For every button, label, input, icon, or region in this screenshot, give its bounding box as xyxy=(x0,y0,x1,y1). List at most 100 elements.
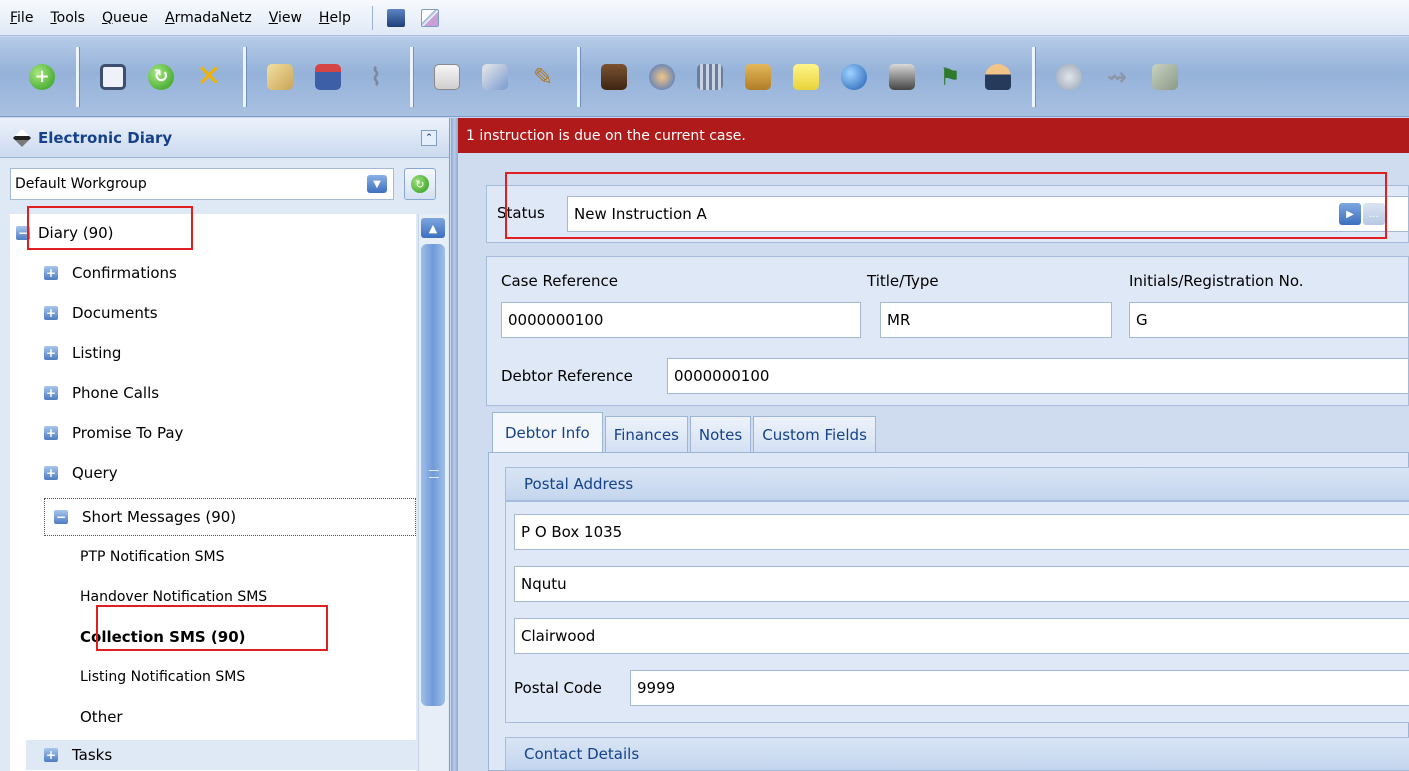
toolbar-group-docs: ⌇ xyxy=(246,46,413,107)
signature-icon: ✎ xyxy=(532,62,554,91)
cancel-button[interactable]: ✕ xyxy=(193,59,225,94)
scroll-up-icon[interactable]: ▲ xyxy=(421,218,445,238)
flag-button[interactable]: ⚑ xyxy=(934,61,966,93)
menu-bar: File Tools Queue ArmadaNetz View Help xyxy=(0,0,1409,36)
files-button[interactable] xyxy=(694,61,726,93)
add-button[interactable]: + xyxy=(26,61,58,93)
view-disabled-icon: ⇝ xyxy=(1106,62,1128,91)
menu-view[interactable]: View xyxy=(269,10,302,26)
tree-item-phone-calls[interactable]: + Phone Calls xyxy=(44,378,159,408)
tree-scrollbar[interactable]: ▲ xyxy=(418,214,448,771)
tree-item-ptp-notification-sms[interactable]: PTP Notification SMS xyxy=(80,542,225,572)
documents-button[interactable] xyxy=(479,61,511,93)
note-icon xyxy=(793,63,819,90)
instruction-alert: 1 instruction is due on the current case… xyxy=(458,118,1409,153)
tab-finances[interactable]: Finances xyxy=(604,416,688,452)
menu-armadanetz[interactable]: ArmadaNetz xyxy=(165,10,252,26)
alert-message: 1 instruction is due on the current case… xyxy=(466,127,746,144)
expand-icon[interactable]: + xyxy=(44,306,58,320)
package-button[interactable] xyxy=(742,61,774,93)
workgroup-refresh-button[interactable]: ↻ xyxy=(404,168,436,200)
scroll-thumb[interactable] xyxy=(421,244,445,706)
tab-notes[interactable]: Notes xyxy=(689,416,752,452)
postal-line3-field[interactable]: Clairwood xyxy=(514,618,1409,654)
postal-address-panel: P O Box 1035 Nqutu Clairwood Postal Code… xyxy=(505,501,1409,723)
tab-custom-fields[interactable]: Custom Fields xyxy=(753,416,876,452)
package-icon xyxy=(745,63,771,90)
title-type-label: Title/Type xyxy=(867,272,939,290)
menu-tools[interactable]: Tools xyxy=(50,10,85,26)
printer-icon xyxy=(889,63,915,90)
book-icon xyxy=(315,63,341,90)
tree-item-other[interactable]: Other xyxy=(80,702,123,732)
expand-icon[interactable]: + xyxy=(44,346,58,360)
globe-button[interactable] xyxy=(838,61,870,93)
add-icon: + xyxy=(29,63,55,90)
expand-icon[interactable]: + xyxy=(44,426,58,440)
search-disabled-icon xyxy=(1056,63,1082,90)
calculator-button[interactable] xyxy=(431,61,463,93)
calculator-icon xyxy=(434,63,460,90)
tools-disabled-button[interactable] xyxy=(1149,61,1181,93)
tree-item-short-messages[interactable]: − Short Messages (90) xyxy=(44,498,416,536)
cancel-icon: ✕ xyxy=(196,59,222,94)
expand-icon[interactable]: + xyxy=(44,386,58,400)
workgroup-value: Default Workgroup xyxy=(15,176,147,192)
postal-line1-field[interactable]: P O Box 1035 xyxy=(514,514,1409,550)
debtor-reference-label: Debtor Reference xyxy=(501,367,633,385)
postal-line2-field[interactable]: Nqutu xyxy=(514,566,1409,602)
search-disabled-button[interactable] xyxy=(1053,61,1085,93)
case-tabs: Debtor Info Finances Notes Custom Fields xyxy=(492,412,878,452)
paperclip-icon: ⌇ xyxy=(370,62,382,91)
tree-item-listing-notification-sms[interactable]: Listing Notification SMS xyxy=(80,662,245,692)
toolbar-group-disabled: ⇝ xyxy=(1035,47,1199,107)
book-button[interactable] xyxy=(312,61,344,93)
title-type-field[interactable]: MR xyxy=(880,302,1112,338)
tab-debtor-info[interactable]: Debtor Info xyxy=(492,412,603,452)
diary-icon xyxy=(12,128,32,147)
stamp-icon xyxy=(601,63,627,90)
attach-button[interactable]: ⌇ xyxy=(360,61,392,93)
expand-icon[interactable]: + xyxy=(44,748,58,762)
signature-button[interactable]: ✎ xyxy=(527,61,559,93)
menu-help[interactable]: Help xyxy=(319,10,351,26)
save-button[interactable] xyxy=(97,61,129,93)
highlight-box-status xyxy=(505,172,1387,239)
collapse-panel-button[interactable]: ⌃ xyxy=(421,130,437,146)
tree-item-confirmations[interactable]: + Confirmations xyxy=(44,258,177,288)
tree-item-promise-to-pay[interactable]: + Promise To Pay xyxy=(44,418,183,448)
initials-field[interactable]: G xyxy=(1129,302,1409,338)
tree-item-tasks[interactable]: + Tasks xyxy=(26,740,416,770)
tools-disabled-icon xyxy=(1152,63,1178,90)
stamp-button[interactable] xyxy=(598,61,630,93)
users-icon xyxy=(649,63,675,90)
scroll-button[interactable] xyxy=(264,61,296,93)
chevron-down-icon[interactable]: ▼ xyxy=(367,175,387,193)
tree-item-listing[interactable]: + Listing xyxy=(44,338,121,368)
case-reference-field[interactable]: 0000000100 xyxy=(501,302,861,338)
refresh-icon: ↻ xyxy=(411,175,429,193)
agent-button[interactable] xyxy=(982,61,1014,93)
refresh-button[interactable]: ↻ xyxy=(145,61,177,93)
highlight-box-collection-sms xyxy=(96,605,328,651)
print-button[interactable] xyxy=(886,61,918,93)
collapse-icon[interactable]: − xyxy=(54,510,68,524)
workgroup-select[interactable]: Default Workgroup ▼ xyxy=(10,168,394,200)
panel-splitter[interactable] xyxy=(451,118,458,771)
grip-icon xyxy=(429,470,439,478)
menu-queue[interactable]: Queue xyxy=(102,10,148,26)
view-disabled-button[interactable]: ⇝ xyxy=(1101,61,1133,93)
debtor-reference-field[interactable]: 0000000100 xyxy=(667,358,1409,394)
expand-icon[interactable]: + xyxy=(44,266,58,280)
tree-item-query[interactable]: + Query xyxy=(44,458,118,488)
toolbar-group-actions: ⚑ xyxy=(580,46,1035,107)
tree-item-documents[interactable]: + Documents xyxy=(44,298,158,328)
postal-code-field[interactable]: 9999 xyxy=(630,670,1409,706)
electronic-diary-header: Electronic Diary ⌃ xyxy=(0,118,449,158)
menu-file[interactable]: File xyxy=(10,10,33,26)
users-button[interactable] xyxy=(646,61,678,93)
expand-icon[interactable]: + xyxy=(44,466,58,480)
note-button[interactable] xyxy=(790,61,822,93)
calculator-menu-icon[interactable] xyxy=(386,8,405,27)
chart-menu-icon[interactable] xyxy=(420,8,439,27)
